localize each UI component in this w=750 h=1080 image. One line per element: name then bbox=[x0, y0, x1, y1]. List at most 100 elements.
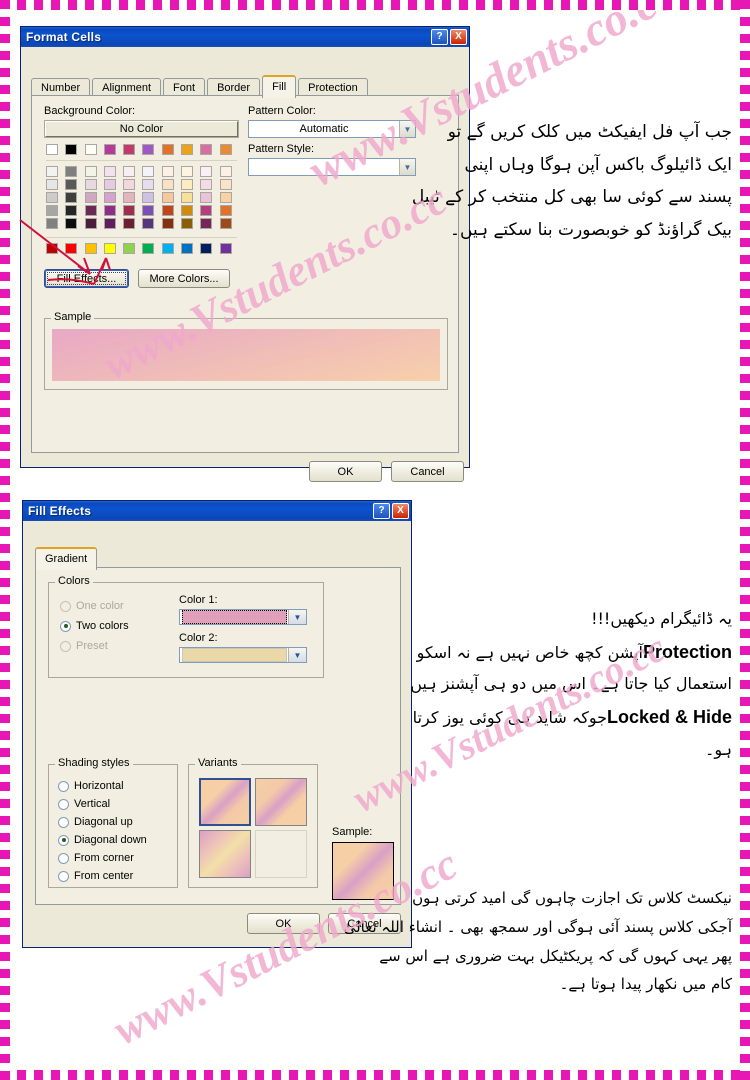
color-swatch-0-1[interactable] bbox=[65, 166, 78, 177]
color-swatch-0-6[interactable] bbox=[161, 166, 174, 177]
tab-fill[interactable]: Fill bbox=[262, 75, 297, 98]
color-swatch-2-5[interactable] bbox=[142, 192, 155, 203]
color-swatch-0-0[interactable] bbox=[46, 166, 58, 177]
color-swatch-0-7[interactable] bbox=[181, 243, 194, 254]
color-swatch-3-6[interactable] bbox=[161, 205, 174, 216]
color-swatch-2-3[interactable] bbox=[103, 192, 116, 203]
color-swatch-1-1[interactable] bbox=[65, 179, 78, 190]
palette-theme-row[interactable] bbox=[46, 144, 237, 155]
color-swatch-0-9[interactable] bbox=[219, 243, 232, 254]
color-swatch-0-9[interactable] bbox=[219, 166, 232, 177]
format-cells-title-bar[interactable]: Format Cells ? X bbox=[20, 26, 470, 47]
color-swatch-0-8[interactable] bbox=[200, 144, 213, 155]
color-swatch-4-8[interactable] bbox=[200, 218, 213, 229]
fill-effects-body: Gradient Colors One color Two colors Pre… bbox=[23, 521, 411, 967]
color-swatch-1-2[interactable] bbox=[84, 179, 97, 190]
ok-button[interactable]: OK bbox=[309, 461, 382, 482]
color-swatch-0-7[interactable] bbox=[181, 166, 194, 177]
shading-diagonal-up[interactable]: Diagonal up bbox=[58, 816, 133, 828]
color-swatch-2-8[interactable] bbox=[200, 192, 213, 203]
chevron-down-icon[interactable]: ▼ bbox=[399, 121, 415, 137]
color-swatch-0-8[interactable] bbox=[200, 166, 213, 177]
urdu-mid-line-3: استعمال کیا جاتا ہے۔ اس میں دو ہی آپشنز … bbox=[410, 674, 732, 694]
more-colors-button[interactable]: More Colors... bbox=[138, 269, 230, 288]
pattern-color-label: Pattern Color: bbox=[248, 105, 316, 117]
color-swatch-4-9[interactable] bbox=[219, 218, 232, 229]
help-icon[interactable]: ? bbox=[373, 503, 390, 519]
color-swatch-1-8[interactable] bbox=[200, 179, 213, 190]
shading-vertical[interactable]: Vertical bbox=[58, 798, 110, 810]
color-swatch-3-9[interactable] bbox=[219, 205, 232, 216]
color-swatch-1-9[interactable] bbox=[219, 179, 232, 190]
fill-effects-title-bar[interactable]: Fill Effects ? X bbox=[22, 500, 412, 521]
color-swatch-2-6[interactable] bbox=[161, 192, 174, 203]
color-swatch-1-4[interactable] bbox=[123, 179, 136, 190]
color-swatch-3-7[interactable] bbox=[181, 205, 194, 216]
color-swatch-2-0[interactable] bbox=[46, 192, 58, 203]
color1-dropdown[interactable]: ▼ bbox=[179, 609, 307, 625]
radio-one-color[interactable]: One color bbox=[60, 600, 124, 612]
variant-4[interactable] bbox=[255, 830, 307, 878]
color-swatch-3-1[interactable] bbox=[65, 205, 78, 216]
color-swatch-1-0[interactable] bbox=[46, 179, 58, 190]
color-swatch-0-8[interactable] bbox=[200, 243, 213, 254]
shading-diagonal-down[interactable]: Diagonal down bbox=[58, 834, 147, 846]
color-swatch-3-2[interactable] bbox=[84, 205, 97, 216]
color-swatch-3-8[interactable] bbox=[200, 205, 213, 216]
color-swatch-4-6[interactable] bbox=[161, 218, 174, 229]
background-color-label: Background Color: bbox=[44, 105, 136, 117]
color-swatch-4-7[interactable] bbox=[181, 218, 194, 229]
pattern-color-combo[interactable]: Automatic ▼ bbox=[248, 120, 416, 138]
no-color-button[interactable]: No Color bbox=[44, 120, 239, 138]
variant-1[interactable] bbox=[199, 778, 251, 826]
color-swatch-2-2[interactable] bbox=[84, 192, 97, 203]
color-swatch-2-4[interactable] bbox=[123, 192, 136, 203]
ok-button[interactable]: OK bbox=[247, 913, 320, 934]
close-icon[interactable]: X bbox=[392, 503, 409, 519]
cancel-button[interactable]: Cancel bbox=[391, 461, 464, 482]
color-swatch-0-6[interactable] bbox=[161, 144, 174, 155]
radio-two-colors[interactable]: Two colors bbox=[60, 620, 129, 632]
tab-gradient[interactable]: Gradient bbox=[35, 547, 98, 570]
variant-3[interactable] bbox=[199, 830, 251, 878]
color-swatch-0-4[interactable] bbox=[123, 144, 136, 155]
locked-hide-keyword: Locked & Hide bbox=[606, 706, 732, 727]
urdu-bot-line-4: کام میں نکھار پیدا ہوتا ہے۔ bbox=[559, 975, 732, 994]
chevron-down-icon[interactable]: ▼ bbox=[399, 159, 415, 175]
chevron-down-icon[interactable]: ▼ bbox=[288, 648, 306, 662]
color-swatch-0-2[interactable] bbox=[84, 166, 97, 177]
color-swatch-0-4[interactable] bbox=[123, 166, 136, 177]
color-swatch-0-6[interactable] bbox=[161, 243, 174, 254]
radio-preset[interactable]: Preset bbox=[60, 640, 108, 652]
help-icon[interactable]: ? bbox=[431, 29, 448, 45]
color-swatch-0-7[interactable] bbox=[181, 144, 194, 155]
variant-2[interactable] bbox=[255, 778, 307, 826]
color-swatch-2-1[interactable] bbox=[65, 192, 78, 203]
pattern-style-combo[interactable]: ▼ bbox=[248, 158, 416, 176]
color-swatch-3-3[interactable] bbox=[103, 205, 116, 216]
close-icon[interactable]: X bbox=[450, 29, 467, 45]
color-swatch-0-0[interactable] bbox=[46, 144, 58, 155]
color-swatch-2-9[interactable] bbox=[219, 192, 232, 203]
shading-from-center[interactable]: From center bbox=[58, 870, 133, 882]
shading-from-corner[interactable]: From corner bbox=[58, 852, 134, 864]
color-swatch-2-7[interactable] bbox=[181, 192, 194, 203]
color-swatch-0-3[interactable] bbox=[103, 166, 116, 177]
color-swatch-1-3[interactable] bbox=[103, 179, 116, 190]
color-swatch-0-5[interactable] bbox=[142, 144, 155, 155]
color-swatch-3-5[interactable] bbox=[142, 205, 155, 216]
color-swatch-1-6[interactable] bbox=[161, 179, 174, 190]
color-swatch-0-5[interactable] bbox=[142, 166, 155, 177]
shading-horizontal[interactable]: Horizontal bbox=[58, 780, 124, 792]
color-swatch-3-4[interactable] bbox=[123, 205, 136, 216]
chevron-down-icon[interactable]: ▼ bbox=[288, 610, 306, 624]
color-swatch-0-2[interactable] bbox=[84, 144, 97, 155]
color-swatch-3-0[interactable] bbox=[46, 205, 58, 216]
radio-dot-icon bbox=[58, 834, 69, 846]
color-swatch-0-1[interactable] bbox=[65, 144, 78, 155]
color-swatch-0-3[interactable] bbox=[103, 144, 116, 155]
color-swatch-1-7[interactable] bbox=[181, 179, 194, 190]
color2-dropdown[interactable]: ▼ bbox=[179, 647, 307, 663]
color-swatch-0-9[interactable] bbox=[219, 144, 232, 155]
color-swatch-1-5[interactable] bbox=[142, 179, 155, 190]
